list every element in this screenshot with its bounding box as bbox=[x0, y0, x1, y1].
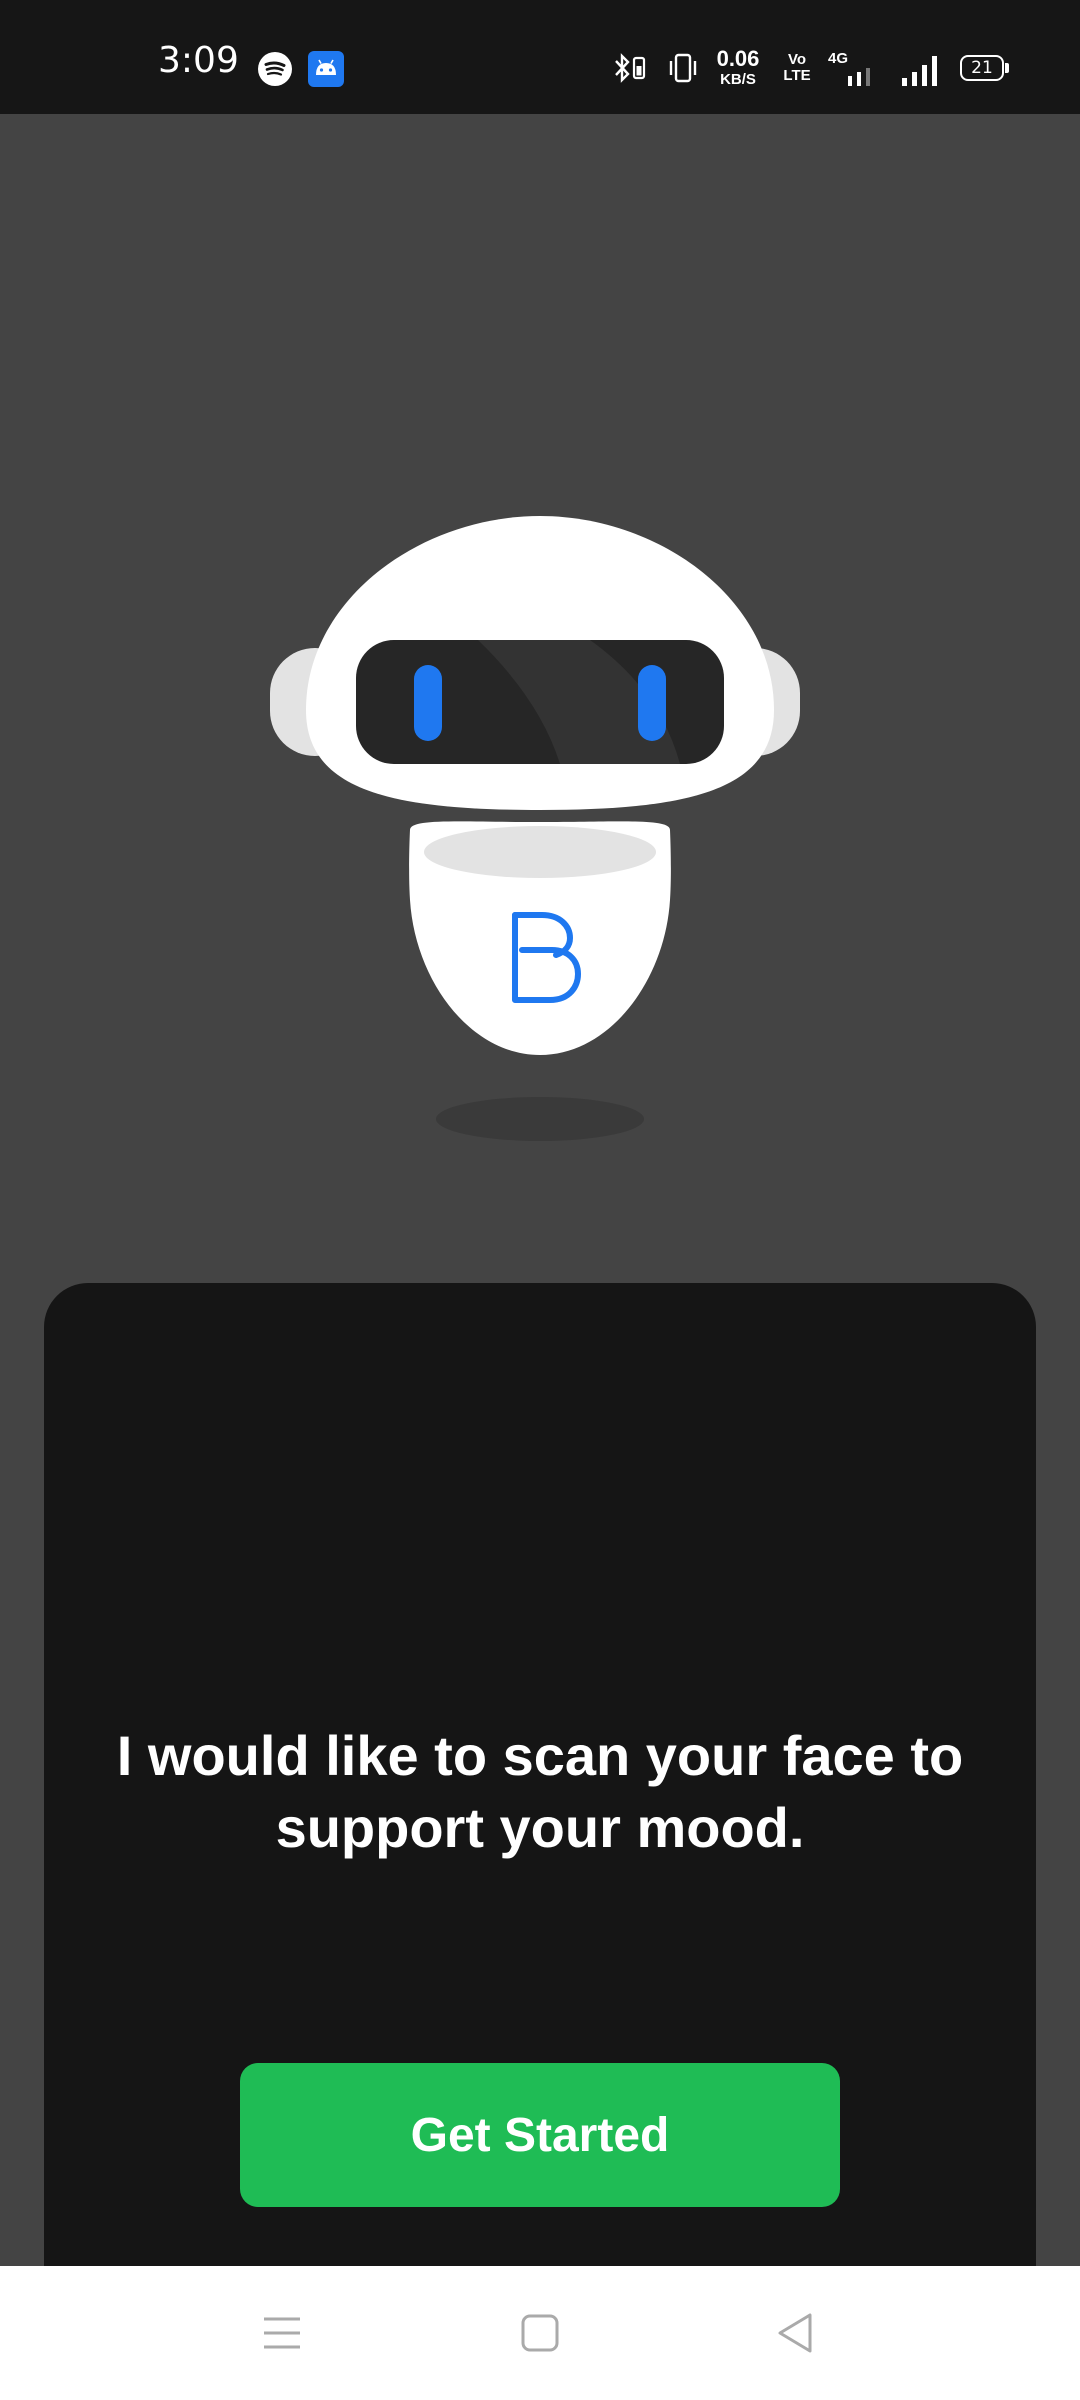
battery-level: 21 bbox=[971, 58, 993, 78]
onboarding-card: I would like to scan your face to suppor… bbox=[44, 1283, 1036, 2283]
network-type: 4G bbox=[828, 50, 849, 67]
bluetooth-icon bbox=[615, 53, 646, 83]
volte-icon: Vo LTE bbox=[778, 52, 816, 83]
spotify-icon bbox=[258, 52, 292, 86]
home-icon[interactable] bbox=[510, 2306, 570, 2360]
battery-icon: 21 bbox=[960, 55, 1004, 81]
volte-top: Vo bbox=[787, 51, 807, 68]
robot-left-eye bbox=[414, 665, 442, 741]
volte-bottom: LTE bbox=[783, 67, 811, 84]
network-speed-unit: KB/S bbox=[720, 71, 756, 88]
vibrate-icon bbox=[669, 53, 697, 83]
robot-neck bbox=[424, 826, 656, 878]
battery-tip bbox=[1005, 63, 1009, 73]
onboarding-message: I would like to scan your face to suppor… bbox=[116, 1724, 964, 1859]
robot-mascot-icon bbox=[270, 516, 800, 1141]
back-icon[interactable] bbox=[766, 2306, 826, 2360]
status-bar: 3:09 0.06 KB/S Vo LTE 4G 21 bbox=[0, 0, 1080, 114]
status-time: 3:09 bbox=[158, 40, 239, 81]
get-started-button[interactable]: Get Started bbox=[240, 2063, 840, 2207]
robot-right-eye bbox=[638, 665, 666, 741]
network-speed-value: 0.06 bbox=[716, 46, 760, 71]
mobile-data-signal-icon bbox=[848, 68, 870, 86]
navigation-bar bbox=[0, 2266, 1080, 2400]
network-speed: 0.06 KB/S bbox=[712, 46, 764, 88]
android-icon bbox=[308, 51, 344, 87]
signal-icon bbox=[902, 56, 937, 86]
robot-shadow bbox=[436, 1097, 644, 1141]
menu-icon[interactable] bbox=[252, 2306, 312, 2360]
